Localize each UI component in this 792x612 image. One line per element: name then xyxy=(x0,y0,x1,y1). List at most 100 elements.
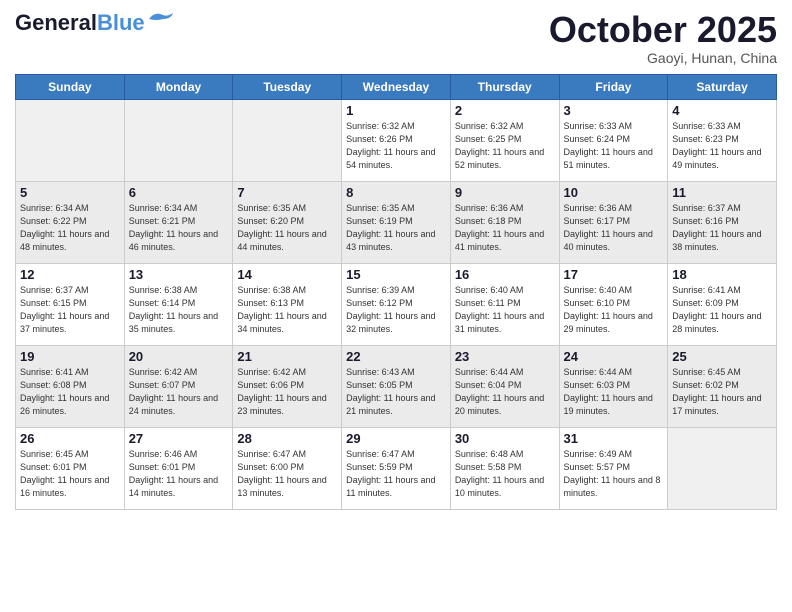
day-info: Sunrise: 6:46 AMSunset: 6:01 PMDaylight:… xyxy=(129,448,229,500)
day-number: 8 xyxy=(346,185,446,200)
day-info: Sunrise: 6:45 AMSunset: 6:02 PMDaylight:… xyxy=(672,366,772,418)
day-number: 7 xyxy=(237,185,337,200)
calendar-cell: 17Sunrise: 6:40 AMSunset: 6:10 PMDayligh… xyxy=(559,263,668,345)
calendar-cell: 29Sunrise: 6:47 AMSunset: 5:59 PMDayligh… xyxy=(342,427,451,509)
calendar-cell xyxy=(16,99,125,181)
day-info: Sunrise: 6:35 AMSunset: 6:20 PMDaylight:… xyxy=(237,202,337,254)
calendar-cell: 26 Sunrise: 6:45 AMSunset: 6:01 PMDayligh… xyxy=(16,427,125,509)
weekday-header-monday: Monday xyxy=(124,74,233,99)
calendar-cell: 12 Sunrise: 6:37 AMSunset: 6:15 PMDayligh… xyxy=(16,263,125,345)
day-number: 14 xyxy=(237,267,337,282)
day-number: 13 xyxy=(129,267,229,282)
day-number: 16 xyxy=(455,267,555,282)
day-info: Sunrise: 6:34 AMSunset: 6:21 PMDaylight:… xyxy=(129,202,229,254)
weekday-header-saturday: Saturday xyxy=(668,74,777,99)
weekday-header-row: SundayMondayTuesdayWednesdayThursdayFrid… xyxy=(16,74,777,99)
weekday-header-friday: Friday xyxy=(559,74,668,99)
day-info: Sunrise: 6:41 AMSunset: 6:08 PMDaylight:… xyxy=(20,366,120,418)
day-number: 27 xyxy=(129,431,229,446)
calendar-cell: 7 Sunrise: 6:35 AMSunset: 6:20 PMDaylight… xyxy=(233,181,342,263)
calendar: SundayMondayTuesdayWednesdayThursdayFrid… xyxy=(15,74,777,510)
day-info: Sunrise: 6:42 AMSunset: 6:06 PMDaylight:… xyxy=(237,366,337,418)
calendar-cell: 22Sunrise: 6:43 AMSunset: 6:05 PMDayligh… xyxy=(342,345,451,427)
calendar-cell: 19 Sunrise: 6:41 AMSunset: 6:08 PMDayligh… xyxy=(16,345,125,427)
calendar-cell: 24 Sunrise: 6:44 AMSunset: 6:03 PMDayligh… xyxy=(559,345,668,427)
day-number: 26 xyxy=(20,431,120,446)
weekday-header-sunday: Sunday xyxy=(16,74,125,99)
day-number: 19 xyxy=(20,349,120,364)
calendar-cell: 15Sunrise: 6:39 AMSunset: 6:12 PMDayligh… xyxy=(342,263,451,345)
calendar-cell: 11Sunrise: 6:37 AMSunset: 6:16 PMDayligh… xyxy=(668,181,777,263)
week-row-4: 19 Sunrise: 6:41 AMSunset: 6:08 PMDayligh… xyxy=(16,345,777,427)
day-number: 15 xyxy=(346,267,446,282)
day-info: Sunrise: 6:32 AMSunset: 6:26 PMDaylight:… xyxy=(346,120,446,172)
logo-text: GeneralBlue xyxy=(15,10,145,36)
day-info: Sunrise: 6:44 AMSunset: 6:04 PMDaylight:… xyxy=(455,366,555,418)
day-number: 25 xyxy=(672,349,772,364)
calendar-cell: 30Sunrise: 6:48 AMSunset: 5:58 PMDayligh… xyxy=(450,427,559,509)
week-row-2: 5 Sunrise: 6:34 AMSunset: 6:22 PMDaylight… xyxy=(16,181,777,263)
calendar-cell: 9Sunrise: 6:36 AMSunset: 6:18 PMDaylight… xyxy=(450,181,559,263)
day-number: 12 xyxy=(20,267,120,282)
calendar-cell: 14 Sunrise: 6:38 AMSunset: 6:13 PMDayligh… xyxy=(233,263,342,345)
calendar-cell: 2Sunrise: 6:32 AMSunset: 6:25 PMDaylight… xyxy=(450,99,559,181)
day-number: 11 xyxy=(672,185,772,200)
title-block: October 2025 Gaoyi, Hunan, China xyxy=(549,10,777,66)
week-row-5: 26 Sunrise: 6:45 AMSunset: 6:01 PMDayligh… xyxy=(16,427,777,509)
day-number: 18 xyxy=(672,267,772,282)
day-number: 1 xyxy=(346,103,446,118)
day-info: Sunrise: 6:36 AMSunset: 6:17 PMDaylight:… xyxy=(564,202,664,254)
month-title: October 2025 xyxy=(549,10,777,50)
header: GeneralBlue October 2025 Gaoyi, Hunan, C… xyxy=(15,10,777,66)
day-number: 3 xyxy=(564,103,664,118)
day-info: Sunrise: 6:47 AMSunset: 6:00 PMDaylight:… xyxy=(237,448,337,500)
day-number: 5 xyxy=(20,185,120,200)
calendar-cell: 4 Sunrise: 6:33 AMSunset: 6:23 PMDaylight… xyxy=(668,99,777,181)
day-number: 21 xyxy=(237,349,337,364)
day-number: 6 xyxy=(129,185,229,200)
weekday-header-wednesday: Wednesday xyxy=(342,74,451,99)
calendar-cell: 13Sunrise: 6:38 AMSunset: 6:14 PMDayligh… xyxy=(124,263,233,345)
day-info: Sunrise: 6:49 AMSunset: 5:57 PMDaylight:… xyxy=(564,448,664,500)
calendar-cell: 6 Sunrise: 6:34 AMSunset: 6:21 PMDaylight… xyxy=(124,181,233,263)
calendar-cell: 1 Sunrise: 6:32 AMSunset: 6:26 PMDaylight… xyxy=(342,99,451,181)
calendar-cell: 31 Sunrise: 6:49 AMSunset: 5:57 PMDayligh… xyxy=(559,427,668,509)
day-number: 23 xyxy=(455,349,555,364)
calendar-cell xyxy=(233,99,342,181)
calendar-cell: 18 Sunrise: 6:41 AMSunset: 6:09 PMDayligh… xyxy=(668,263,777,345)
week-row-1: 1 Sunrise: 6:32 AMSunset: 6:26 PMDaylight… xyxy=(16,99,777,181)
day-number: 31 xyxy=(564,431,664,446)
calendar-cell: 20Sunrise: 6:42 AMSunset: 6:07 PMDayligh… xyxy=(124,345,233,427)
calendar-cell: 5 Sunrise: 6:34 AMSunset: 6:22 PMDaylight… xyxy=(16,181,125,263)
day-info: Sunrise: 6:36 AMSunset: 6:18 PMDaylight:… xyxy=(455,202,555,254)
day-info: Sunrise: 6:34 AMSunset: 6:22 PMDaylight:… xyxy=(20,202,120,254)
day-info: Sunrise: 6:33 AMSunset: 6:24 PMDaylight:… xyxy=(564,120,664,172)
calendar-cell: 23 Sunrise: 6:44 AMSunset: 6:04 PMDayligh… xyxy=(450,345,559,427)
calendar-cell: 8 Sunrise: 6:35 AMSunset: 6:19 PMDaylight… xyxy=(342,181,451,263)
day-info: Sunrise: 6:48 AMSunset: 5:58 PMDaylight:… xyxy=(455,448,555,500)
day-number: 28 xyxy=(237,431,337,446)
day-info: Sunrise: 6:45 AMSunset: 6:01 PMDaylight:… xyxy=(20,448,120,500)
logo-bird-icon xyxy=(147,9,175,29)
calendar-cell: 25 Sunrise: 6:45 AMSunset: 6:02 PMDayligh… xyxy=(668,345,777,427)
day-info: Sunrise: 6:35 AMSunset: 6:19 PMDaylight:… xyxy=(346,202,446,254)
day-info: Sunrise: 6:41 AMSunset: 6:09 PMDaylight:… xyxy=(672,284,772,336)
day-number: 10 xyxy=(564,185,664,200)
day-number: 4 xyxy=(672,103,772,118)
day-info: Sunrise: 6:37 AMSunset: 6:15 PMDaylight:… xyxy=(20,284,120,336)
weekday-header-thursday: Thursday xyxy=(450,74,559,99)
day-number: 24 xyxy=(564,349,664,364)
weekday-header-tuesday: Tuesday xyxy=(233,74,342,99)
page: GeneralBlue October 2025 Gaoyi, Hunan, C… xyxy=(0,0,792,520)
day-info: Sunrise: 6:33 AMSunset: 6:23 PMDaylight:… xyxy=(672,120,772,172)
day-info: Sunrise: 6:44 AMSunset: 6:03 PMDaylight:… xyxy=(564,366,664,418)
day-info: Sunrise: 6:38 AMSunset: 6:13 PMDaylight:… xyxy=(237,284,337,336)
calendar-cell: 27 Sunrise: 6:46 AMSunset: 6:01 PMDayligh… xyxy=(124,427,233,509)
logo: GeneralBlue xyxy=(15,10,175,36)
calendar-cell xyxy=(668,427,777,509)
calendar-cell: 3 Sunrise: 6:33 AMSunset: 6:24 PMDaylight… xyxy=(559,99,668,181)
day-number: 2 xyxy=(455,103,555,118)
week-row-3: 12 Sunrise: 6:37 AMSunset: 6:15 PMDayligh… xyxy=(16,263,777,345)
day-number: 22 xyxy=(346,349,446,364)
day-info: Sunrise: 6:40 AMSunset: 6:11 PMDaylight:… xyxy=(455,284,555,336)
